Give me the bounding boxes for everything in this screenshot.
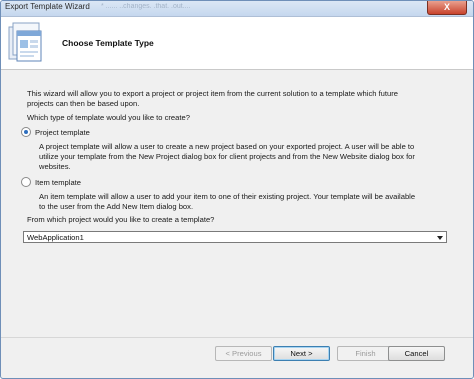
chevron-down-icon[interactable]	[437, 236, 443, 240]
next-button[interactable]: Next >	[273, 346, 330, 361]
project-template-option[interactable]: Project template	[21, 127, 90, 137]
item-template-radio[interactable]	[21, 177, 31, 187]
page-title: Choose Template Type	[62, 38, 154, 48]
project-template-desc-line: utilize your template from the New Proje…	[39, 152, 415, 161]
item-template-desc-line: An item template will allow a user to ad…	[39, 192, 416, 201]
project-select-value: WebApplication1	[27, 233, 84, 242]
intro-line-2: projects can then be based upon.	[27, 99, 140, 108]
close-icon: X	[443, 2, 450, 12]
cancel-button[interactable]: Cancel	[388, 346, 445, 361]
project-template-radio[interactable]	[21, 127, 31, 137]
template-wizard-icon	[8, 22, 42, 62]
project-prompt: From which project would you like to cre…	[27, 215, 215, 224]
background-ghost-text: * ...... ..changes. .that. .out....	[101, 3, 191, 10]
title-bar[interactable]: Export Template Wizard * ...... ..change…	[1, 1, 473, 17]
template-type-question: Which type of template would you like to…	[27, 113, 190, 122]
window-title: Export Template Wizard	[5, 2, 90, 11]
previous-button[interactable]: < Previous	[215, 346, 272, 361]
project-template-label[interactable]: Project template	[35, 128, 90, 137]
item-template-option[interactable]: Item template	[21, 177, 81, 187]
wizard-header: Choose Template Type	[1, 17, 473, 70]
intro-line-1: This wizard will allow you to export a p…	[27, 89, 398, 98]
footer-divider	[1, 337, 473, 338]
project-template-desc-line: A project template will allow a user to …	[39, 142, 415, 151]
project-select[interactable]: WebApplication1	[23, 231, 447, 243]
finish-button[interactable]: Finish	[337, 346, 394, 361]
project-template-description: A project template will allow a user to …	[39, 142, 451, 172]
project-template-desc-line: websites.	[39, 162, 71, 171]
item-template-desc-line: to the user from the Add New Item dialog…	[39, 202, 194, 211]
export-template-wizard-window: Export Template Wizard * ...... ..change…	[0, 0, 474, 379]
item-template-description: An item template will allow a user to ad…	[39, 192, 451, 212]
close-button[interactable]: X	[427, 1, 467, 15]
item-template-label[interactable]: Item template	[35, 178, 81, 187]
